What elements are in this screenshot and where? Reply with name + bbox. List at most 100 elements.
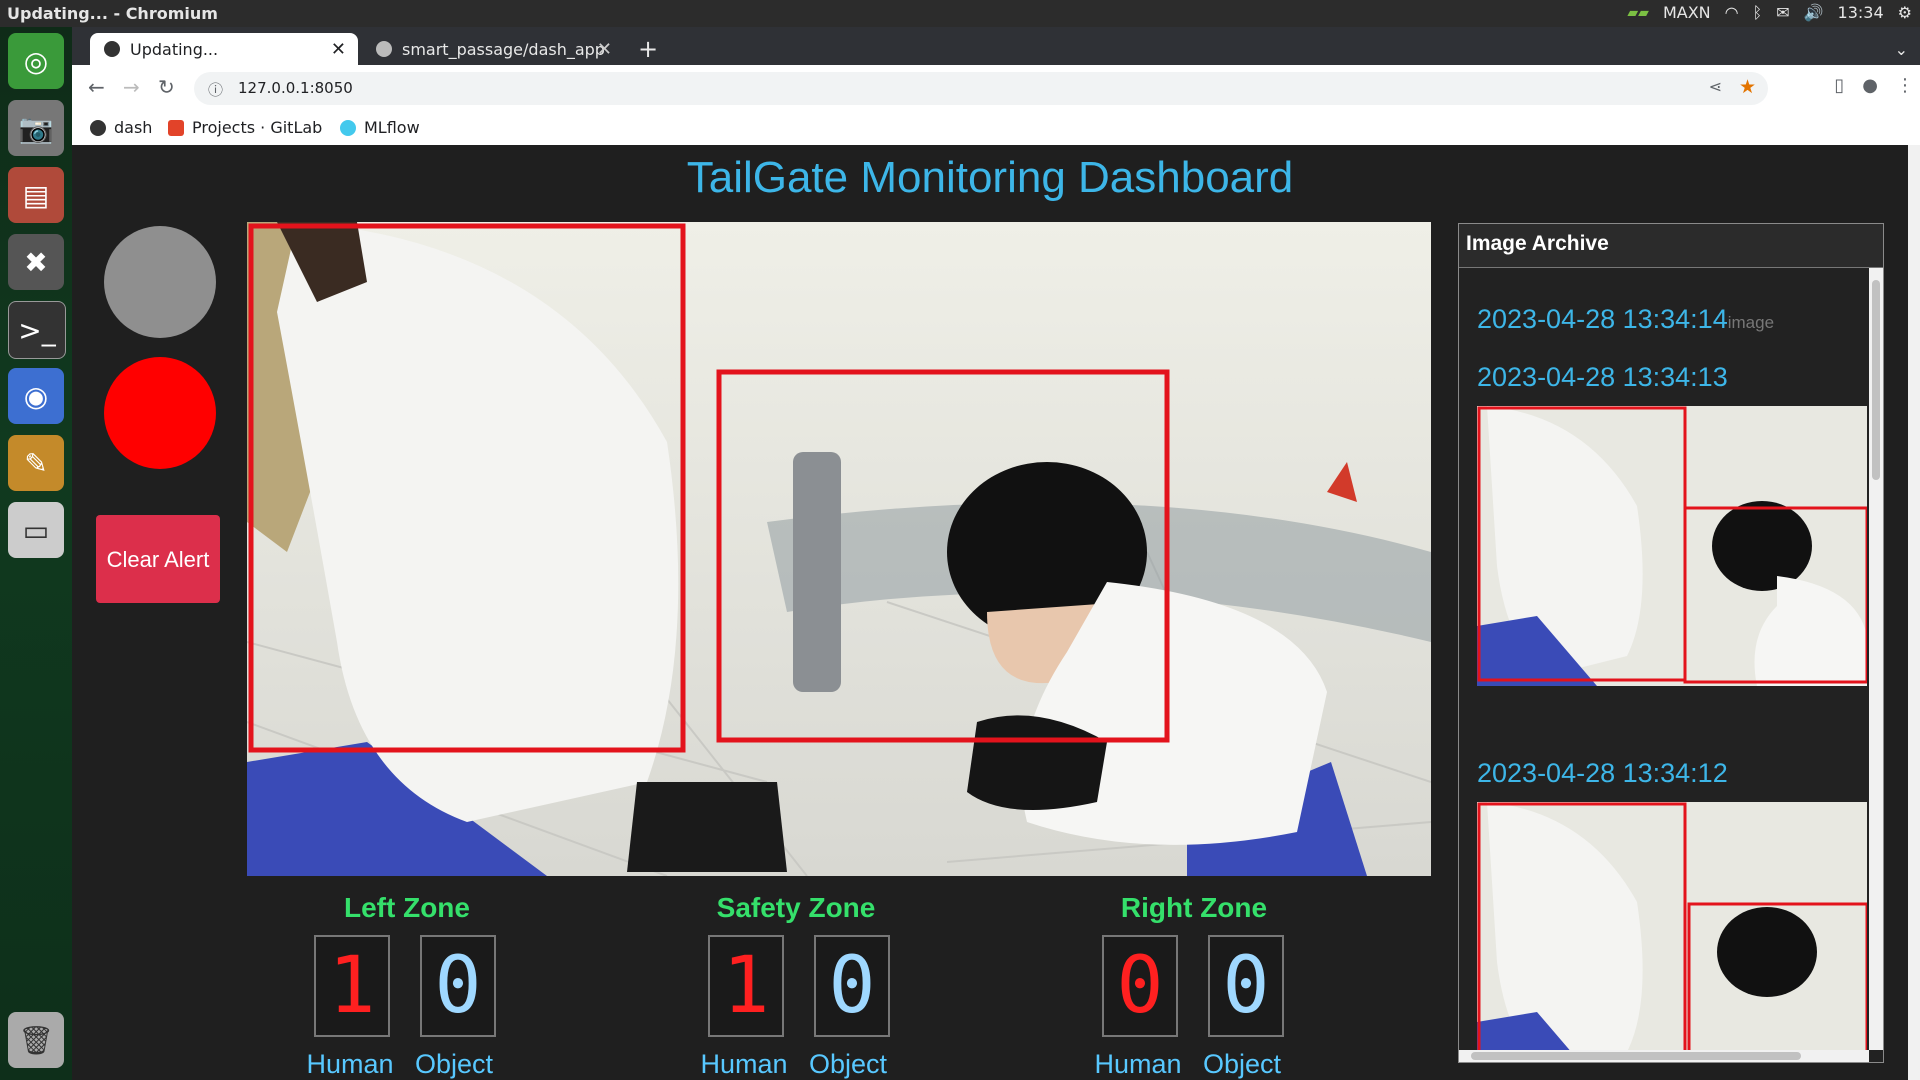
archive-thumbnail[interactable] bbox=[1477, 406, 1867, 686]
bluetooth-icon[interactable]: ᛒ bbox=[1753, 3, 1763, 22]
tab-dashboard[interactable]: Updating... ✕ bbox=[90, 33, 358, 65]
object-count-display: 0 bbox=[420, 935, 496, 1037]
camera-frame bbox=[247, 222, 1431, 876]
reload-icon[interactable]: ↻ bbox=[158, 75, 175, 99]
trash-icon[interactable]: 🗑 bbox=[8, 1012, 64, 1068]
archive-vertical-scrollbar[interactable] bbox=[1869, 268, 1883, 1050]
nvidia-icon[interactable]: ▰▰ bbox=[1627, 5, 1649, 21]
volume-icon[interactable]: 🔊 bbox=[1804, 3, 1824, 22]
settings-gear-icon[interactable]: ⚙ bbox=[1898, 3, 1912, 22]
close-tab-icon[interactable]: ✕ bbox=[597, 39, 612, 60]
broken-image-icon: image bbox=[1727, 313, 1775, 332]
object-count-display: 0 bbox=[814, 935, 890, 1037]
object-label: Object bbox=[414, 1049, 494, 1079]
right-zone: Right Zone bbox=[1054, 892, 1334, 924]
right-zone-labels: Human Object bbox=[1086, 1049, 1294, 1080]
forward-arrow-icon[interactable]: → bbox=[123, 75, 140, 99]
image-archive-panel: Image Archive 2023-04-28 13:34:14image 2… bbox=[1458, 223, 1884, 1063]
zone-title: Right Zone bbox=[1120, 892, 1268, 923]
mail-icon[interactable]: ✉ bbox=[1776, 3, 1789, 22]
archive-timestamp: 2023-04-28 13:34:14image bbox=[1477, 304, 1774, 335]
dash-icon bbox=[90, 119, 106, 136]
bookmark-gitlab[interactable]: Projects · GitLab bbox=[168, 118, 322, 137]
human-label: Human bbox=[700, 1049, 788, 1079]
gpu-mode-label[interactable]: MAXN bbox=[1663, 3, 1711, 22]
scroll-thumb[interactable] bbox=[1872, 280, 1880, 480]
clear-alert-button[interactable]: Clear Alert bbox=[96, 515, 220, 603]
human-label: Human bbox=[306, 1049, 394, 1079]
address-bar[interactable]: ⓘ 127.0.0.1:8050 ⋖ ★ bbox=[194, 72, 1768, 105]
system-tray: ▰▰ MAXN ◠ ᛒ ✉ 🔊 13:34 ⚙ bbox=[1627, 3, 1912, 22]
status-indicator-idle bbox=[104, 226, 216, 338]
terminal-icon[interactable]: >_ bbox=[8, 301, 66, 359]
left-zone-counters: 1 0 bbox=[314, 935, 526, 1037]
archive-list[interactable]: 2023-04-28 13:34:14image 2023-04-28 13:3… bbox=[1459, 268, 1869, 1050]
left-zone: Left Zone bbox=[267, 892, 547, 924]
safety-zone-labels: Human Object bbox=[692, 1049, 900, 1080]
clock[interactable]: 13:34 bbox=[1838, 3, 1884, 22]
file-manager-icon[interactable]: ▤ bbox=[8, 167, 64, 223]
side-panel-icon[interactable]: ▯ bbox=[1834, 75, 1844, 96]
page-title: TailGate Monitoring Dashboard bbox=[686, 153, 1294, 202]
url-text[interactable]: 127.0.0.1:8050 bbox=[238, 79, 353, 97]
launcher-dock: ◎ 📷 ▤ ✖ >_ ◉ ✎ ▭ 🗑 bbox=[0, 27, 72, 1080]
timestamp-text: 2023-04-28 13:34:14 bbox=[1477, 304, 1728, 334]
window-title: Updating... - Chromium bbox=[7, 4, 218, 23]
wifi-icon[interactable]: ◠ bbox=[1725, 3, 1739, 22]
archive-timestamp: 2023-04-28 13:34:13 bbox=[1477, 362, 1728, 392]
bookmark-star-icon[interactable]: ★ bbox=[1739, 76, 1756, 98]
human-count-display: 0 bbox=[1102, 935, 1178, 1037]
os-top-bar: Updating... - Chromium ▰▰ MAXN ◠ ᛒ ✉ 🔊 1… bbox=[0, 0, 1920, 27]
tab-strip: Updating... ✕ smart_passage/dash_app ✕ +… bbox=[72, 27, 1920, 65]
bookmark-mlflow[interactable]: MLflow bbox=[340, 118, 420, 137]
bookmark-label: Projects · GitLab bbox=[192, 118, 323, 137]
tab-label: Updating... bbox=[130, 39, 219, 59]
human-count-display: 1 bbox=[708, 935, 784, 1037]
status-indicator-alert bbox=[104, 357, 216, 469]
scroll-thumb[interactable] bbox=[1471, 1052, 1801, 1060]
camera-icon[interactable]: 📷 bbox=[8, 100, 64, 156]
archive-thumbnail[interactable] bbox=[1477, 802, 1867, 1050]
back-arrow-icon[interactable]: ← bbox=[88, 75, 105, 99]
tab-github[interactable]: smart_passage/dash_app ✕ bbox=[362, 33, 624, 65]
archive-frame bbox=[1477, 406, 1867, 686]
human-count-display: 1 bbox=[314, 935, 390, 1037]
page-scrollbar[interactable] bbox=[1908, 145, 1920, 1080]
archive-horizontal-scrollbar[interactable] bbox=[1459, 1050, 1869, 1062]
info-icon[interactable]: ⓘ bbox=[208, 79, 223, 100]
github-favicon-icon bbox=[376, 41, 392, 57]
human-label: Human bbox=[1094, 1049, 1182, 1079]
bookmarks-bar: dash Projects · GitLab MLflow bbox=[72, 111, 1920, 146]
share-icon[interactable]: ⋖ bbox=[1709, 77, 1722, 96]
bookmark-label: MLflow bbox=[364, 118, 420, 137]
dash-favicon-icon bbox=[104, 41, 120, 57]
text-editor-icon[interactable]: ✎ bbox=[8, 435, 64, 491]
zone-title: Safety Zone bbox=[716, 892, 876, 923]
archive-timestamp: 2023-04-28 13:34:12 bbox=[1477, 758, 1728, 788]
archive-frame bbox=[1477, 802, 1867, 1050]
gitlab-icon bbox=[168, 119, 184, 136]
archive-header: Image Archive bbox=[1459, 224, 1883, 268]
object-label: Object bbox=[808, 1049, 888, 1079]
browser-toolbar: ← → ↻ ⓘ 127.0.0.1:8050 ⋖ ★ ▯ ● ⋮ bbox=[72, 65, 1920, 111]
safety-zone-counters: 1 0 bbox=[708, 935, 920, 1037]
right-zone-counters: 0 0 bbox=[1102, 935, 1314, 1037]
left-zone-labels: Human Object bbox=[298, 1049, 506, 1080]
new-tab-button[interactable]: + bbox=[638, 33, 668, 65]
object-label: Object bbox=[1202, 1049, 1282, 1079]
menu-kebab-icon[interactable]: ⋮ bbox=[1896, 75, 1914, 96]
camera-feed bbox=[247, 222, 1431, 876]
drive-icon[interactable]: ▭ bbox=[8, 502, 64, 558]
safety-zone: Safety Zone bbox=[656, 892, 936, 924]
ubuntu-software-icon[interactable]: ◎ bbox=[8, 33, 64, 89]
chromium-icon[interactable]: ◉ bbox=[8, 368, 64, 424]
system-tools-icon[interactable]: ✖ bbox=[8, 234, 64, 290]
object-count-display: 0 bbox=[1208, 935, 1284, 1037]
close-tab-icon[interactable]: ✕ bbox=[331, 39, 346, 60]
bookmark-dash[interactable]: dash bbox=[90, 118, 152, 137]
tab-search-chevron-icon[interactable]: ⌄ bbox=[1895, 33, 1908, 65]
zone-title: Left Zone bbox=[344, 892, 470, 923]
profile-avatar-icon[interactable]: ● bbox=[1862, 75, 1878, 96]
dashboard-page: TailGate Monitoring Dashboard Clear Aler… bbox=[72, 145, 1908, 1080]
bookmark-label: dash bbox=[114, 118, 153, 137]
